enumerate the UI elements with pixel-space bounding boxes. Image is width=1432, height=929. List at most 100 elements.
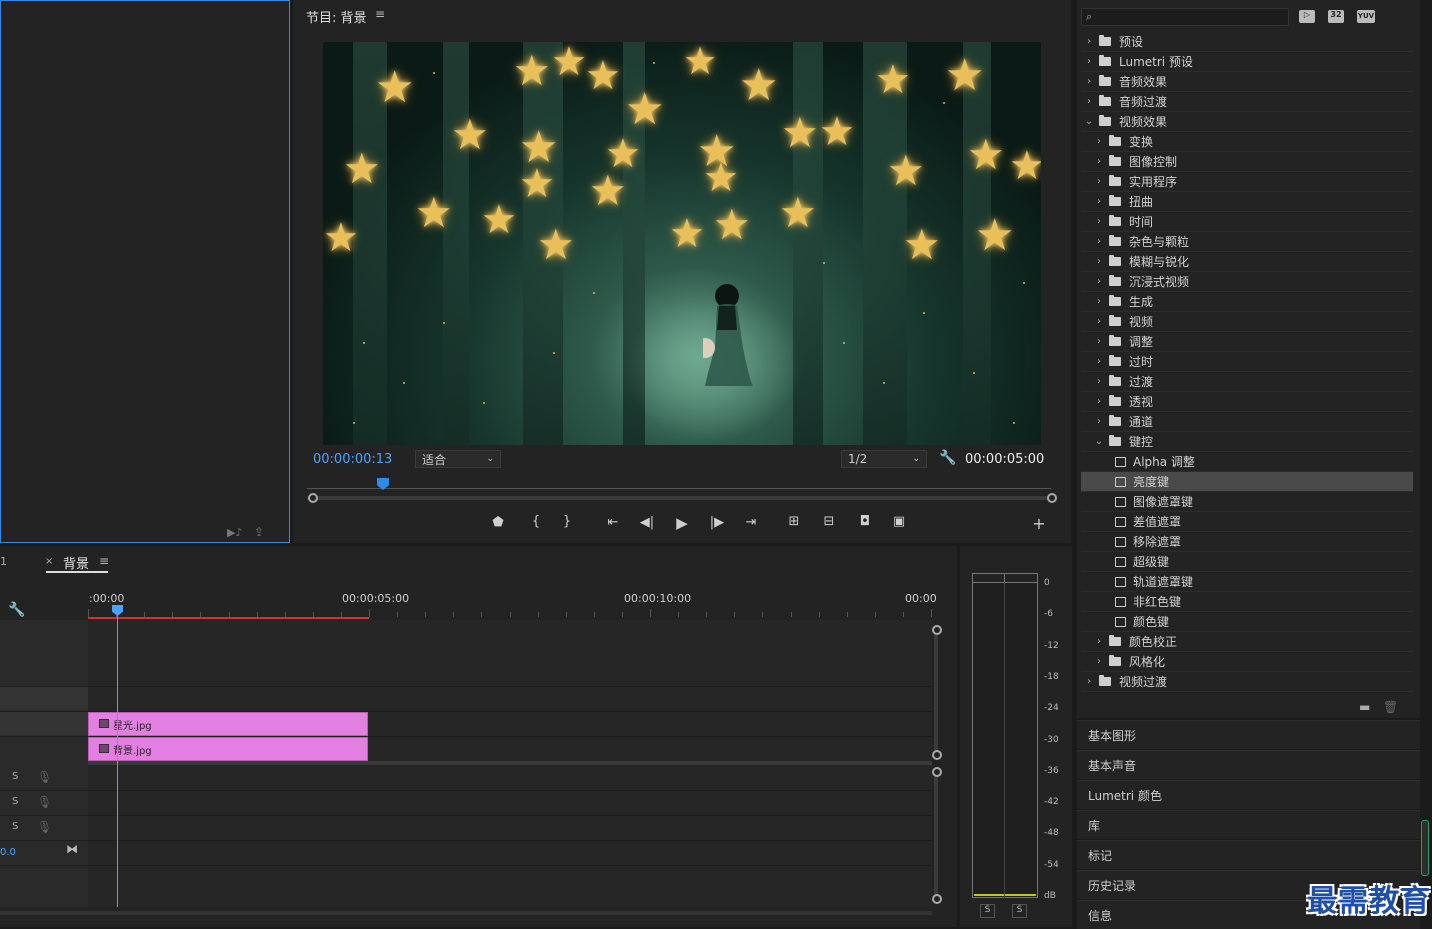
- effects-tree-item[interactable]: › 扭曲: [1081, 192, 1413, 212]
- chevron-right-icon[interactable]: ›: [1093, 236, 1105, 247]
- yuv-effects-icon[interactable]: YUV: [1357, 10, 1375, 23]
- effects-tree-item[interactable]: › 音频过渡: [1081, 92, 1413, 112]
- panel-menu-icon[interactable]: ≡: [375, 7, 385, 21]
- zoom-handle-right[interactable]: [1047, 493, 1057, 503]
- effects-tree-item[interactable]: ⌄ 键控: [1081, 432, 1413, 452]
- chevron-right-icon[interactable]: ›: [1093, 296, 1105, 307]
- delete-icon[interactable]: 🗑: [1383, 700, 1398, 714]
- side-panel-tab[interactable]: 基本声音: [1077, 750, 1420, 779]
- lift-icon[interactable]: ⊞: [784, 514, 804, 529]
- chevron-right-icon[interactable]: ›: [1093, 356, 1105, 367]
- clip-background[interactable]: 背景.jpg: [88, 737, 368, 761]
- chevron-right-icon[interactable]: ›: [1093, 636, 1105, 647]
- add-button-icon[interactable]: +: [1029, 514, 1049, 533]
- track-header-v2[interactable]: [0, 686, 88, 710]
- effects-tree-item[interactable]: › 颜色校正: [1081, 632, 1413, 652]
- side-panel-tab[interactable]: Lumetri 颜色: [1077, 780, 1420, 809]
- accelerated-effects-icon[interactable]: ▷: [1299, 10, 1315, 23]
- add-marker-icon[interactable]: ⬟: [488, 515, 508, 530]
- step-forward-icon[interactable]: |▶: [707, 515, 727, 530]
- chevron-right-icon[interactable]: ›: [1093, 176, 1105, 187]
- insert-icon[interactable]: ▶♪: [227, 526, 242, 539]
- solo-left-button[interactable]: S: [980, 904, 995, 918]
- compare-view-icon[interactable]: ▣: [889, 514, 909, 529]
- effects-tree-item[interactable]: › 通道: [1081, 412, 1413, 432]
- effects-tree-item[interactable]: 非红色键: [1081, 592, 1413, 612]
- effects-tree-item[interactable]: › 实用程序: [1081, 172, 1413, 192]
- side-panel-tab[interactable]: 库: [1077, 810, 1420, 839]
- wrench-icon[interactable]: 🔧: [939, 450, 956, 466]
- timeline-tab-label[interactable]: 背景: [63, 553, 89, 572]
- scrubber-ruler[interactable]: [307, 488, 1051, 489]
- solo-right-button[interactable]: S: [1012, 904, 1027, 918]
- effects-tree-item[interactable]: 轨道遮罩键: [1081, 572, 1413, 592]
- chevron-right-icon[interactable]: ›: [1083, 36, 1095, 47]
- effects-tree-item[interactable]: › 图像控制: [1081, 152, 1413, 172]
- effects-tree-item[interactable]: › 透视: [1081, 392, 1413, 412]
- chevron-down-icon[interactable]: ⌄: [1093, 436, 1105, 447]
- effects-tree-item[interactable]: 差值遮罩: [1081, 512, 1413, 532]
- scroll-handle[interactable]: [932, 767, 942, 777]
- new-bin-icon[interactable]: ▬: [1359, 700, 1370, 714]
- close-tab-icon[interactable]: ×: [45, 556, 53, 567]
- effects-tree-item[interactable]: › 预设: [1081, 32, 1413, 52]
- chevron-down-icon[interactable]: ⌄: [1083, 116, 1095, 127]
- chevron-right-icon[interactable]: ›: [1093, 376, 1105, 387]
- export-frame-icon[interactable]: ⇪: [254, 525, 264, 539]
- scroll-handle[interactable]: [932, 750, 942, 760]
- effects-tree-item[interactable]: ⌄ 视频效果: [1081, 112, 1413, 132]
- effects-tree-item[interactable]: 颜色键: [1081, 612, 1413, 632]
- effects-tree-item[interactable]: › 过渡: [1081, 372, 1413, 392]
- chevron-right-icon[interactable]: ›: [1083, 76, 1095, 87]
- chevron-right-icon[interactable]: ›: [1093, 656, 1105, 667]
- mic-icon[interactable]: 🎙: [37, 795, 52, 809]
- effects-tree-item[interactable]: 超级键: [1081, 552, 1413, 572]
- solo-a3[interactable]: S: [12, 821, 18, 832]
- scroll-handle[interactable]: [932, 625, 942, 635]
- side-scrollbar[interactable]: [1421, 820, 1429, 876]
- mic-icon[interactable]: 🎙: [37, 820, 52, 834]
- effects-search-input[interactable]: ⌕: [1081, 8, 1289, 26]
- effects-tree-item[interactable]: 图像遮罩键: [1081, 492, 1413, 512]
- effects-tree-item[interactable]: › 生成: [1081, 292, 1413, 312]
- horizontal-scrollbar[interactable]: [0, 911, 932, 915]
- 32bit-effects-icon[interactable]: 32: [1328, 10, 1344, 23]
- chevron-right-icon[interactable]: ›: [1093, 196, 1105, 207]
- effects-tree-item[interactable]: › 风格化: [1081, 652, 1413, 672]
- effects-tree-item[interactable]: › 时间: [1081, 212, 1413, 232]
- chevron-right-icon[interactable]: ›: [1093, 316, 1105, 327]
- play-icon[interactable]: ▶: [672, 514, 692, 532]
- timeline-menu-icon[interactable]: ≡: [99, 554, 109, 568]
- video-track-scrollbar[interactable]: [934, 625, 938, 759]
- camera-icon[interactable]: ◘: [855, 514, 875, 529]
- chevron-right-icon[interactable]: ›: [1093, 156, 1105, 167]
- side-panel-tab[interactable]: 基本图形: [1077, 720, 1420, 749]
- effects-tree-item[interactable]: Alpha 调整: [1081, 452, 1413, 472]
- master-volume-value[interactable]: 0.0: [0, 847, 16, 858]
- side-panel-tab[interactable]: 标记: [1077, 840, 1420, 869]
- wrench-icon[interactable]: 🔧: [8, 602, 25, 618]
- video-audio-divider[interactable]: [88, 761, 932, 765]
- effects-tree-item[interactable]: 亮度键: [1081, 472, 1413, 492]
- solo-a2[interactable]: S: [12, 796, 18, 807]
- effects-tree-item[interactable]: › Lumetri 预设: [1081, 52, 1413, 72]
- mark-out-icon[interactable]: }: [557, 514, 577, 529]
- effects-tree-item[interactable]: › 视频过渡: [1081, 672, 1413, 692]
- work-area-bar[interactable]: [88, 617, 369, 619]
- audio-track-scrollbar[interactable]: [934, 770, 938, 902]
- resolution-dropdown[interactable]: 1/2 ⌄: [841, 450, 927, 468]
- chevron-right-icon[interactable]: ›: [1083, 96, 1095, 107]
- chevron-right-icon[interactable]: ›: [1093, 216, 1105, 227]
- go-to-out-icon[interactable]: ⇥: [741, 515, 761, 530]
- chevron-right-icon[interactable]: ›: [1083, 676, 1095, 687]
- chevron-right-icon[interactable]: ›: [1083, 56, 1095, 67]
- effects-tree-item[interactable]: › 过时: [1081, 352, 1413, 372]
- effects-tree-item[interactable]: › 调整: [1081, 332, 1413, 352]
- playhead-timecode[interactable]: 00:00:00:13: [313, 452, 392, 467]
- timeline-tab-number[interactable]: 1: [0, 555, 7, 568]
- scroll-handle[interactable]: [932, 894, 942, 904]
- effects-tree-item[interactable]: 移除遮罩: [1081, 532, 1413, 552]
- chevron-right-icon[interactable]: ›: [1093, 336, 1105, 347]
- chevron-right-icon[interactable]: ›: [1093, 276, 1105, 287]
- program-video-frame[interactable]: ★ ★ ★ ★ ★ ★ ★ ★ ★ ★ ★ ★ ★ ★ ★ ★ ★ ★ ★ ★ …: [323, 42, 1041, 445]
